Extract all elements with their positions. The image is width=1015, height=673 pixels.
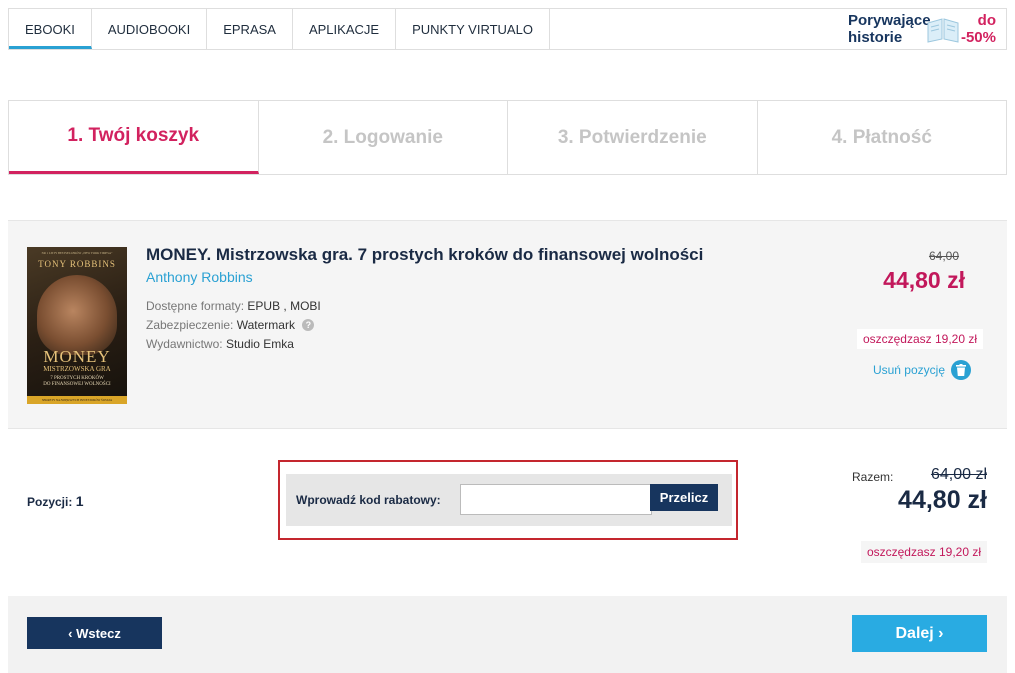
item-price: 44,80 zł [883, 267, 965, 293]
remove-item-label: Usuń pozycję [872, 363, 945, 377]
item-title[interactable]: MONEY. Mistrzowska gra. 7 prostych krokó… [146, 245, 703, 265]
item-savings-badge: oszczędzasz 19,20 zł [856, 329, 983, 349]
checkout-steps: 1. Twój koszyk 2. Logowanie 3. Potwierdz… [8, 100, 1007, 175]
protection-value: Watermark [236, 318, 295, 332]
nav-tab-punkty-virtualo[interactable]: PUNKTY VIRTUALO [396, 9, 550, 49]
coupon-highlight-box: Wprowadź kod rabatowy: Przelicz [278, 460, 738, 540]
nav-tab-eprasa[interactable]: EPRASA [207, 9, 293, 49]
publisher-label: Wydawnictwo: [146, 337, 223, 351]
back-button[interactable]: ‹ Wstecz [27, 617, 162, 649]
cover-subtitle: MISTRZOWSKA GRA [43, 365, 111, 373]
promo-line-4: -50% [960, 29, 996, 46]
positions-count: Pozycji: 1 [27, 493, 84, 509]
nav-tab-aplikacje[interactable]: APLIKACJE [293, 9, 397, 49]
total-price: 44,80 zł [898, 486, 987, 514]
coupon-panel: Wprowadź kod rabatowy: Przelicz [286, 474, 732, 526]
publisher-value: Studio Emka [225, 337, 294, 351]
item-formats: Dostępne formaty: EPUB , MOBI [146, 299, 321, 313]
promo-line-1: Porywające [848, 12, 931, 29]
open-book-icon [927, 18, 959, 43]
apply-coupon-button[interactable]: Przelicz [650, 484, 718, 511]
next-button[interactable]: Dalej › [852, 615, 987, 652]
cover-line-2: DO FINANSOWEJ WOLNOŚCI [43, 382, 111, 387]
checkout-footer: ‹ Wstecz Dalej › [8, 596, 1007, 673]
cart-item: NR 1 LISTY BESTSELLERÓW „NEW YORK TIMESA… [8, 220, 1007, 429]
cover-author: TONY ROBBINS [38, 259, 116, 269]
formats-label: Dostępne formaty: [146, 299, 245, 313]
trash-icon [951, 360, 971, 380]
step-confirmation: 3. Potwierdzenie [508, 101, 758, 174]
promo-text-left: Porywające historie [848, 12, 931, 46]
total-old-price: 64,00 zł [930, 466, 987, 483]
remove-item-button[interactable]: Usuń pozycję [873, 360, 971, 380]
nav-tab-audiobooki[interactable]: AUDIOBOOKI [92, 9, 208, 49]
cover-bottom-text: SEKRETY NAJWIĘKSZYCH INWESTORÓW ŚWIATA [41, 398, 113, 402]
promo-line-2: historie [848, 29, 903, 46]
protection-label: Zabezpieczenie: [146, 318, 234, 332]
coupon-label: Wprowadź kod rabatowy: [296, 493, 441, 507]
promo-banner[interactable]: Porywające historie do -50% [848, 11, 998, 47]
cover-bottom-bar: SEKRETY NAJWIĘKSZYCH INWESTORÓW ŚWIATA [27, 396, 127, 404]
cover-title: MONEY [43, 347, 111, 366]
top-navigation: EBOOKI AUDIOBOOKI EPRASA APLIKACJE PUNKT… [8, 8, 1007, 50]
step-cart: 1. Twój koszyk [9, 101, 259, 174]
promo-text-right: do -50% [961, 12, 996, 46]
coupon-code-input[interactable] [460, 484, 652, 515]
item-old-price: 64,00 [928, 249, 959, 263]
item-protection: Zabezpieczenie: Watermark ? [146, 318, 315, 332]
help-icon[interactable]: ? [302, 319, 315, 331]
positions-number: 1 [75, 493, 84, 509]
book-cover[interactable]: NR 1 LISTY BESTSELLERÓW „NEW YORK TIMESA… [27, 247, 127, 404]
total-savings-badge: oszczędzasz 19,20 zł [860, 541, 987, 563]
step-login: 2. Logowanie [259, 101, 508, 174]
item-publisher: Wydawnictwo: Studio Emka [146, 337, 294, 351]
positions-label: Pozycji: [27, 495, 73, 509]
nav-tab-ebooki[interactable]: EBOOKI [9, 9, 92, 49]
item-author-link[interactable]: Anthony Robbins [146, 269, 253, 285]
promo-line-3: do [977, 12, 996, 29]
formats-value: EPUB , MOBI [247, 299, 321, 313]
total-label: Razem: [852, 470, 894, 484]
cover-portrait [37, 275, 117, 355]
cover-line-1: 7 PROSTYCH KROKÓW [50, 376, 104, 381]
step-payment: 4. Płatność [831, 126, 932, 148]
cover-top-text: NR 1 LISTY BESTSELLERÓW „NEW YORK TIMESA… [41, 251, 113, 255]
